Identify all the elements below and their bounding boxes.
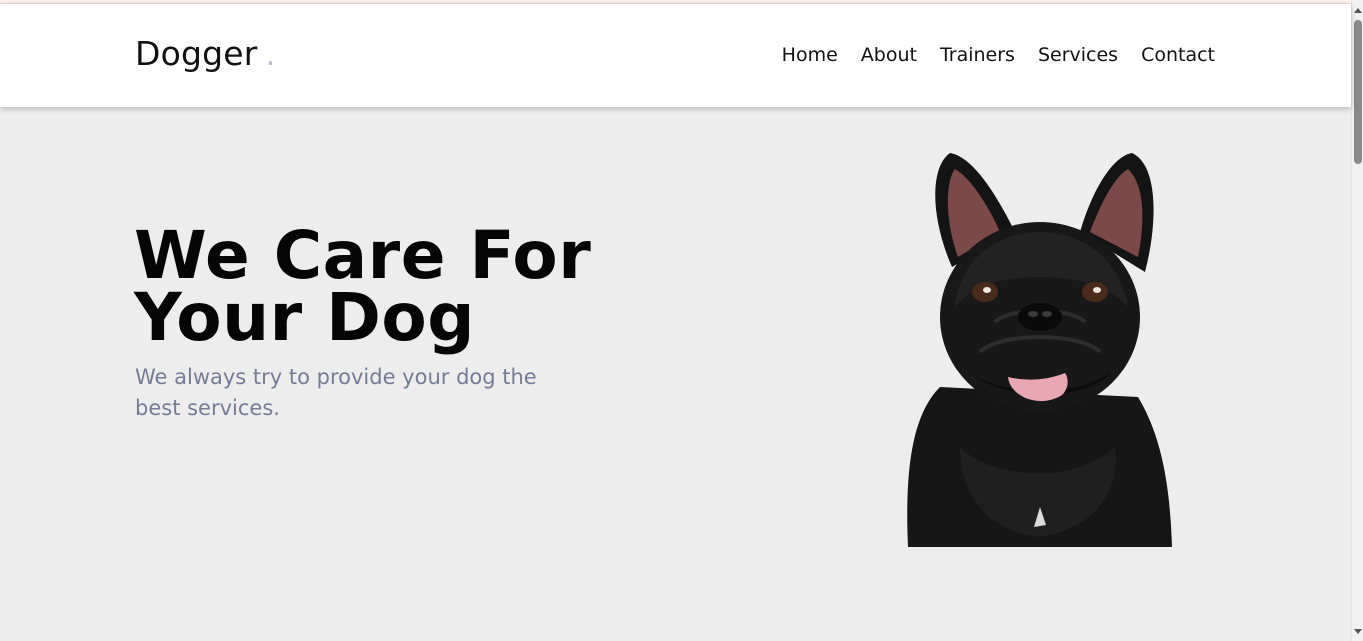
nav-link-about[interactable]: About: [861, 44, 917, 66]
hero-subtitle: We always try to provide your dog the be…: [135, 365, 537, 420]
nav-link-home[interactable]: Home: [782, 44, 838, 66]
scroll-down-arrow-icon[interactable]: [1354, 629, 1362, 634]
nav-link-trainers[interactable]: Trainers: [940, 44, 1015, 66]
dog-image: [907, 153, 1172, 547]
dog-nose: [1018, 303, 1062, 331]
vertical-scrollbar[interactable]: [1351, 0, 1363, 641]
brand-logo[interactable]: Dogger.: [135, 34, 275, 73]
scroll-up-arrow-icon[interactable]: [1354, 8, 1362, 13]
hero-title: We Care For Your Dog: [134, 223, 694, 351]
brand-name: Dogger: [135, 34, 258, 73]
hero-title-line2: Your Dog: [134, 279, 475, 356]
nav-link-services[interactable]: Services: [1038, 44, 1118, 66]
navbar: Dogger. Home About Trainers Services Con…: [0, 4, 1351, 107]
brand-dot: .: [265, 38, 276, 73]
nav-menu: Home About Trainers Services Contact: [759, 44, 1215, 66]
hero-section: We Care For Your Dog We always try to pr…: [0, 107, 1351, 641]
nav-link-contact[interactable]: Contact: [1141, 44, 1215, 66]
scroll-thumb[interactable]: [1354, 20, 1362, 164]
